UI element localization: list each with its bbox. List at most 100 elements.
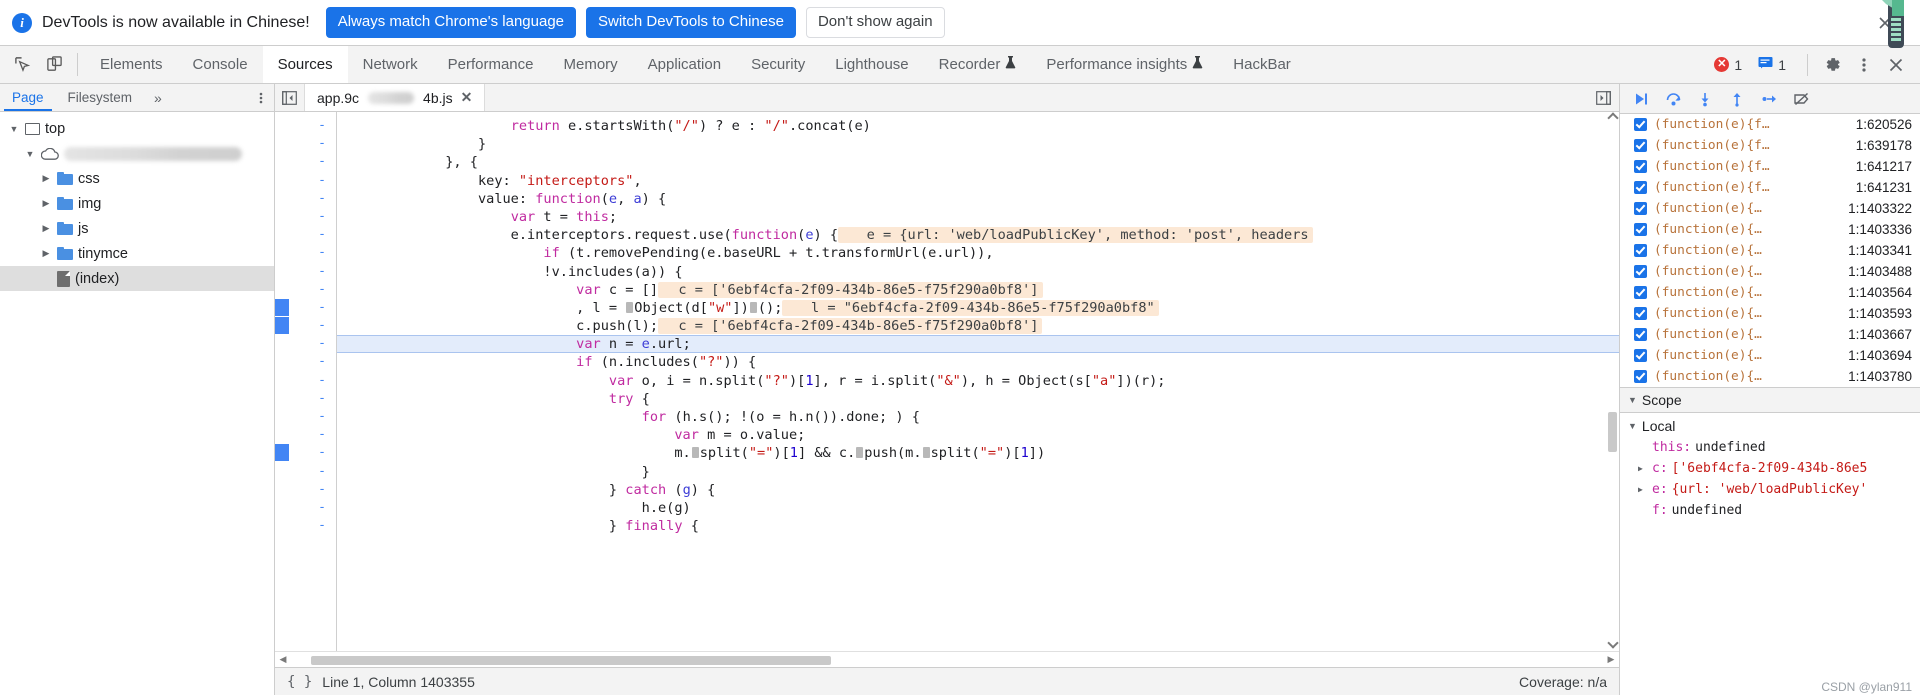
- switch-devtools-to-chinese-button[interactable]: Switch DevTools to Chinese: [586, 7, 796, 38]
- breakpoint-checkbox[interactable]: [1634, 223, 1647, 236]
- tree-item-top[interactable]: ▼ top: [0, 116, 274, 141]
- breakpoint-row[interactable]: (function(e){f… 1:620526: [1620, 114, 1920, 135]
- breakpoint-row[interactable]: (function(e){… 1:1403593: [1620, 303, 1920, 324]
- breakpoint-gutter[interactable]: [275, 112, 327, 651]
- navigator-kebab-menu-icon[interactable]: [248, 84, 274, 111]
- tree-item-img[interactable]: ▶ img: [0, 191, 274, 216]
- deactivate-breakpoints-icon[interactable]: [1786, 86, 1816, 112]
- breakpoint-checkbox[interactable]: [1634, 118, 1647, 131]
- breakpoint-checkbox[interactable]: [1634, 202, 1647, 215]
- breakpoint-row[interactable]: (function(e){f… 1:641231: [1620, 177, 1920, 198]
- code-line[interactable]: var t = this;: [337, 208, 1619, 226]
- close-devtools-icon[interactable]: [1880, 56, 1912, 74]
- tab-application[interactable]: Application: [633, 46, 736, 83]
- resume-icon[interactable]: [1626, 86, 1656, 112]
- editor-tab-app-js[interactable]: app.9c 4b.js ✕: [305, 84, 486, 111]
- code-line[interactable]: if (t.removePending(e.baseURL + t.transf…: [337, 244, 1619, 262]
- breakpoint-checkbox[interactable]: [1634, 181, 1647, 194]
- code-line[interactable]: }, {: [337, 153, 1619, 171]
- code-line[interactable]: }: [337, 135, 1619, 153]
- breakpoint-row[interactable]: (function(e){… 1:1403780: [1620, 366, 1920, 387]
- code-line[interactable]: if (n.includes("?")) {: [337, 353, 1619, 371]
- message-count-badge[interactable]: 1: [1751, 54, 1793, 75]
- tree-item-tinymce[interactable]: ▶ tinymce: [0, 241, 274, 266]
- breakpoint-row[interactable]: (function(e){… 1:1403341: [1620, 240, 1920, 261]
- tab-performance-insights[interactable]: Performance insights: [1031, 46, 1218, 83]
- show-debugger-sidebar-icon[interactable]: [1588, 84, 1619, 111]
- breakpoint-checkbox[interactable]: [1634, 244, 1647, 257]
- tab-security[interactable]: Security: [736, 46, 820, 83]
- tab-performance[interactable]: Performance: [433, 46, 549, 83]
- tab-elements[interactable]: Elements: [85, 46, 178, 83]
- breakpoint-row[interactable]: (function(e){… 1:1403564: [1620, 282, 1920, 303]
- code-line[interactable]: value: function(e, a) {: [337, 190, 1619, 208]
- code-line[interactable]: } finally {: [337, 517, 1619, 535]
- scope-section-header[interactable]: ▼ Scope: [1620, 387, 1920, 413]
- code-line[interactable]: m. split("=")[1] && c. push(m. split("=")[1…: [337, 444, 1619, 462]
- breakpoint-row[interactable]: (function(e){… 1:1403488: [1620, 261, 1920, 282]
- line-number-gutter[interactable]: - - - - - - - - - - - - - - - - - - - - - - -: [289, 112, 337, 651]
- breakpoint-checkbox[interactable]: [1634, 328, 1647, 341]
- scrollbar-track[interactable]: [291, 655, 1603, 665]
- code-line[interactable]: } catch (g) {: [337, 481, 1619, 499]
- scope-variable-row[interactable]: ▶ c: ['6ebf4cfa-2f09-434b-86e5: [1620, 458, 1920, 479]
- show-navigator-icon[interactable]: [275, 84, 305, 111]
- code-line[interactable]: key: "interceptors",: [337, 172, 1619, 190]
- step-icon[interactable]: [1754, 86, 1784, 112]
- tree-item-origin[interactable]: ▼: [0, 141, 274, 166]
- code-editor[interactable]: - - - - - - - - - - - - - - - - - - - - - - - return e.startsW…: [275, 112, 1619, 651]
- breakpoint-row[interactable]: (function(e){f… 1:639178: [1620, 135, 1920, 156]
- nav-tab-filesystem[interactable]: Filesystem: [56, 84, 145, 111]
- code-line[interactable]: , l = Object(d["w"]) (); l = "6ebf4cfa-2f…: [337, 299, 1619, 317]
- tab-hackbar[interactable]: HackBar: [1218, 46, 1306, 83]
- breakpoint-row[interactable]: (function(e){… 1:1403667: [1620, 324, 1920, 345]
- scope-variable-row[interactable]: this: undefined: [1620, 437, 1920, 458]
- scrollbar-thumb[interactable]: [311, 655, 831, 665]
- breakpoint-row[interactable]: (function(e){… 1:1403336: [1620, 219, 1920, 240]
- chevron-right-icon[interactable]: ▶: [1638, 485, 1648, 494]
- tree-item-css[interactable]: ▶ css: [0, 166, 274, 191]
- code-content[interactable]: return e.startsWith("/") ? e : "/".conca…: [337, 112, 1619, 651]
- code-line[interactable]: for (h.s(); !(o = h.n()).done; ) {: [337, 408, 1619, 426]
- scroll-left-arrow-icon[interactable]: ◀: [275, 654, 291, 665]
- kebab-menu-icon[interactable]: [1848, 56, 1880, 74]
- code-line[interactable]: var o, i = n.split("?")[1], r = i.split(…: [337, 372, 1619, 390]
- code-line[interactable]: return e.startsWith("/") ? e : "/".conca…: [337, 117, 1619, 135]
- step-into-icon[interactable]: [1690, 86, 1720, 112]
- code-line[interactable]: var c = [] c = ['6ebf4cfa-2f09-434b-86e5…: [337, 281, 1619, 299]
- inspect-element-icon[interactable]: [6, 46, 38, 83]
- tab-memory[interactable]: Memory: [549, 46, 633, 83]
- tab-recorder[interactable]: Recorder: [924, 46, 1032, 83]
- breakpoint-row[interactable]: (function(e){… 1:1403694: [1620, 345, 1920, 366]
- scope-variable-row[interactable]: f: undefined: [1620, 500, 1920, 521]
- nav-tab-page[interactable]: Page: [0, 84, 56, 111]
- code-line[interactable]: var n = e.url;: [337, 335, 1619, 354]
- breakpoint-checkbox[interactable]: [1634, 370, 1647, 383]
- device-toolbar-icon[interactable]: [38, 46, 70, 83]
- breakpoint-row[interactable]: (function(e){… 1:1403322: [1620, 198, 1920, 219]
- code-line[interactable]: var m = o.value;: [337, 426, 1619, 444]
- breakpoint-checkbox[interactable]: [1634, 286, 1647, 299]
- scope-local-header[interactable]: ▼ Local: [1620, 415, 1920, 437]
- step-out-icon[interactable]: [1722, 86, 1752, 112]
- tree-item-index[interactable]: ▶ (index): [0, 266, 274, 291]
- pretty-print-icon[interactable]: { }: [287, 674, 312, 690]
- scope-variable-row[interactable]: ▶ e: {url: 'web/loadPublicKey': [1620, 479, 1920, 500]
- tab-console[interactable]: Console: [178, 46, 263, 83]
- step-over-icon[interactable]: [1658, 86, 1688, 112]
- breakpoint-row[interactable]: (function(e){f… 1:641217: [1620, 156, 1920, 177]
- tab-network[interactable]: Network: [348, 46, 433, 83]
- editor-horizontal-scrollbar[interactable]: ◀ ▶: [275, 651, 1619, 667]
- error-count-badge[interactable]: ✕ 1: [1707, 55, 1749, 75]
- code-line[interactable]: c.push(l); c = ['6ebf4cfa-2f09-434b-86e5…: [337, 317, 1619, 335]
- always-match-chrome-language-button[interactable]: Always match Chrome's language: [325, 7, 577, 38]
- dont-show-again-button[interactable]: Don't show again: [805, 7, 945, 38]
- code-line[interactable]: h.e(g): [337, 499, 1619, 517]
- breakpoint-checkbox[interactable]: [1634, 349, 1647, 362]
- code-line[interactable]: try {: [337, 390, 1619, 408]
- code-line[interactable]: !v.includes(a)) {: [337, 263, 1619, 281]
- breakpoint-checkbox[interactable]: [1634, 307, 1647, 320]
- gear-icon[interactable]: [1816, 55, 1848, 74]
- code-line[interactable]: }: [337, 463, 1619, 481]
- tree-item-js[interactable]: ▶ js: [0, 216, 274, 241]
